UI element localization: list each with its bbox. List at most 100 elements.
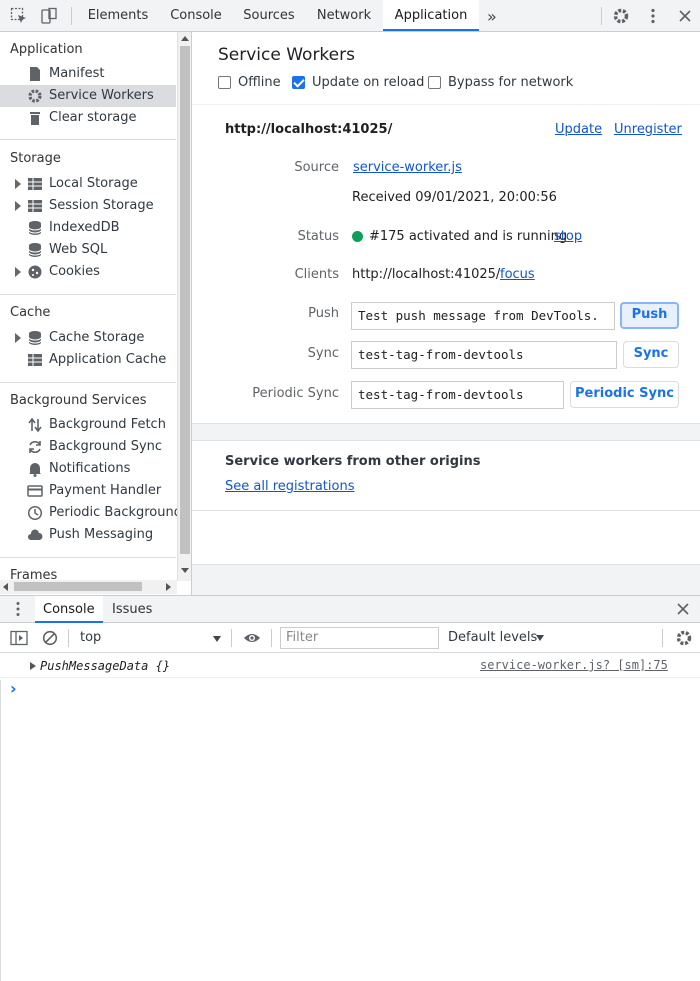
- origin-url: http://localhost:41025/: [225, 122, 393, 137]
- sidebar-item-label: Web SQL: [49, 242, 108, 257]
- toolbar-divider: [271, 629, 272, 647]
- drawer-tab-console[interactable]: Console: [35, 596, 103, 623]
- context-selector-value[interactable]: top: [80, 630, 101, 645]
- tab-network[interactable]: Network: [309, 0, 379, 31]
- sidebar-item-label: Background Sync: [49, 439, 163, 454]
- sidebar-item-cookies[interactable]: Cookies: [0, 261, 176, 283]
- console-settings-gear-icon[interactable]: [675, 629, 693, 651]
- grid-table-icon: [27, 176, 43, 192]
- document-icon: [27, 66, 43, 82]
- tab-elements[interactable]: Elements: [81, 0, 155, 31]
- sidebar-item-payment-handler[interactable]: Payment Handler: [0, 480, 176, 502]
- scroll-thumb[interactable]: [180, 46, 190, 554]
- push-button[interactable]: Push: [620, 302, 679, 329]
- kebab-menu-icon[interactable]: [644, 7, 662, 25]
- live-expression-eye-icon[interactable]: [243, 630, 261, 650]
- sidebar-item-background-sync[interactable]: Background Sync: [0, 436, 176, 458]
- levels-dropdown-icon[interactable]: [536, 635, 544, 641]
- divider: [0, 294, 176, 295]
- update-on-reload-checkbox[interactable]: [292, 76, 305, 89]
- sidebar-item-periodic-background-sync[interactable]: Periodic Background Sync: [0, 502, 177, 524]
- toolbar-divider: [68, 629, 69, 647]
- periodic-sync-tag-input[interactable]: test-tag-from-devtools: [351, 381, 564, 409]
- other-origins-heading: Service workers from other origins: [225, 454, 481, 469]
- scroll-up-arrow-icon[interactable]: [181, 36, 189, 41]
- toolbar-divider: [662, 629, 663, 647]
- push-label: Push: [308, 306, 339, 321]
- scroll-thumb[interactable]: [14, 582, 142, 591]
- sidebar-item-manifest[interactable]: Manifest: [0, 63, 176, 85]
- sidebar-item-session-storage[interactable]: Session Storage: [0, 195, 176, 217]
- device-toolbar-icon[interactable]: [40, 7, 58, 25]
- section-storage: Storage: [10, 151, 61, 166]
- sidebar-item-clear-storage[interactable]: Clear storage: [0, 107, 176, 129]
- sidebar-item-label: Manifest: [49, 66, 105, 81]
- expand-arrow-icon[interactable]: [15, 267, 21, 277]
- tab-console[interactable]: Console: [163, 0, 229, 31]
- toolbar-divider: [71, 7, 72, 25]
- sidebar-item-local-storage[interactable]: Local Storage: [0, 173, 176, 195]
- stop-link[interactable]: stop: [554, 229, 582, 244]
- tab-sources[interactable]: Sources: [237, 0, 301, 31]
- source-file-link[interactable]: service-worker.js: [353, 160, 462, 175]
- log-levels-dropdown[interactable]: Default levels: [448, 630, 537, 645]
- sidebar-item-label: Application Cache: [49, 352, 167, 367]
- sidebar-item-label: Payment Handler: [49, 483, 162, 498]
- expand-arrow-icon[interactable]: [15, 201, 21, 211]
- page-title: Service Workers: [218, 45, 355, 65]
- scroll-down-arrow-icon[interactable]: [181, 568, 189, 573]
- sidebar-item-label: Cache Storage: [49, 330, 145, 345]
- sidebar-item-application-cache[interactable]: Application Cache: [0, 349, 176, 371]
- sidebar-item-cache-storage[interactable]: Cache Storage: [0, 327, 176, 349]
- devtools-toolbar: Elements Console Sources Network Applica…: [0, 0, 700, 32]
- scroll-left-arrow-icon[interactable]: [3, 583, 8, 591]
- close-drawer-icon[interactable]: [675, 601, 691, 621]
- push-message-input[interactable]: Test push message from DevTools.: [351, 302, 615, 330]
- sidebar-item-label: Service Workers: [49, 88, 154, 103]
- drawer-menu-icon[interactable]: [9, 600, 27, 622]
- client-url: http://localhost:41025/: [352, 267, 501, 282]
- sidebar-item-notifications[interactable]: Notifications: [0, 458, 176, 480]
- see-all-registrations-link[interactable]: See all registrations: [225, 479, 354, 494]
- expand-object-arrow-icon[interactable]: [30, 662, 36, 670]
- sidebar-item-label: Background Fetch: [49, 417, 166, 432]
- focus-link[interactable]: focus: [500, 267, 535, 282]
- expand-arrow-icon[interactable]: [15, 333, 21, 343]
- update-link[interactable]: Update: [555, 122, 602, 137]
- more-tabs-icon[interactable]: »: [487, 7, 497, 26]
- inspect-element-icon[interactable]: [10, 7, 28, 25]
- sidebar-vertical-scrollbar[interactable]: [177, 32, 191, 581]
- console-source-link[interactable]: service-worker.js? [sm]:75: [480, 658, 668, 672]
- sidebar-item-push-messaging[interactable]: Push Messaging: [0, 524, 176, 546]
- toolbar-divider: [601, 7, 602, 25]
- section-application: Application: [10, 42, 83, 57]
- offline-label: Offline: [238, 75, 281, 90]
- sidebar-item-service-workers[interactable]: Service Workers: [0, 85, 176, 107]
- sidebar-item-background-fetch[interactable]: Background Fetch: [0, 414, 176, 436]
- sync-button[interactable]: Sync: [623, 341, 679, 368]
- console-filter-input[interactable]: Filter: [280, 627, 439, 649]
- section-cache: Cache: [10, 305, 51, 320]
- sidebar-item-web-sql[interactable]: Web SQL: [0, 239, 176, 261]
- scroll-right-arrow-icon[interactable]: [166, 583, 171, 591]
- clear-console-icon[interactable]: [42, 630, 58, 650]
- clock-icon: [27, 505, 43, 521]
- show-sidebar-icon[interactable]: [10, 630, 28, 650]
- drawer-tab-issues[interactable]: Issues: [104, 596, 160, 623]
- bypass-for-network-checkbox[interactable]: [428, 76, 441, 89]
- unregister-link[interactable]: Unregister: [614, 122, 682, 137]
- close-devtools-icon[interactable]: [676, 7, 694, 25]
- sync-label: Sync: [307, 346, 339, 361]
- expand-arrow-icon[interactable]: [15, 179, 21, 189]
- console-object-preview[interactable]: PushMessageData {}: [40, 659, 170, 673]
- console-prompt-icon[interactable]: ›: [10, 679, 17, 698]
- cookie-icon: [27, 264, 43, 280]
- settings-gear-icon[interactable]: [612, 7, 630, 25]
- sync-tag-input[interactable]: test-tag-from-devtools: [351, 341, 617, 369]
- sidebar-item-indexeddb[interactable]: IndexedDB: [0, 217, 176, 239]
- context-dropdown-icon[interactable]: [213, 636, 221, 642]
- periodic-sync-button[interactable]: Periodic Sync: [570, 381, 679, 408]
- sidebar-horizontal-scrollbar[interactable]: [0, 580, 177, 594]
- tab-application[interactable]: Application: [383, 0, 479, 31]
- offline-checkbox[interactable]: [218, 76, 231, 89]
